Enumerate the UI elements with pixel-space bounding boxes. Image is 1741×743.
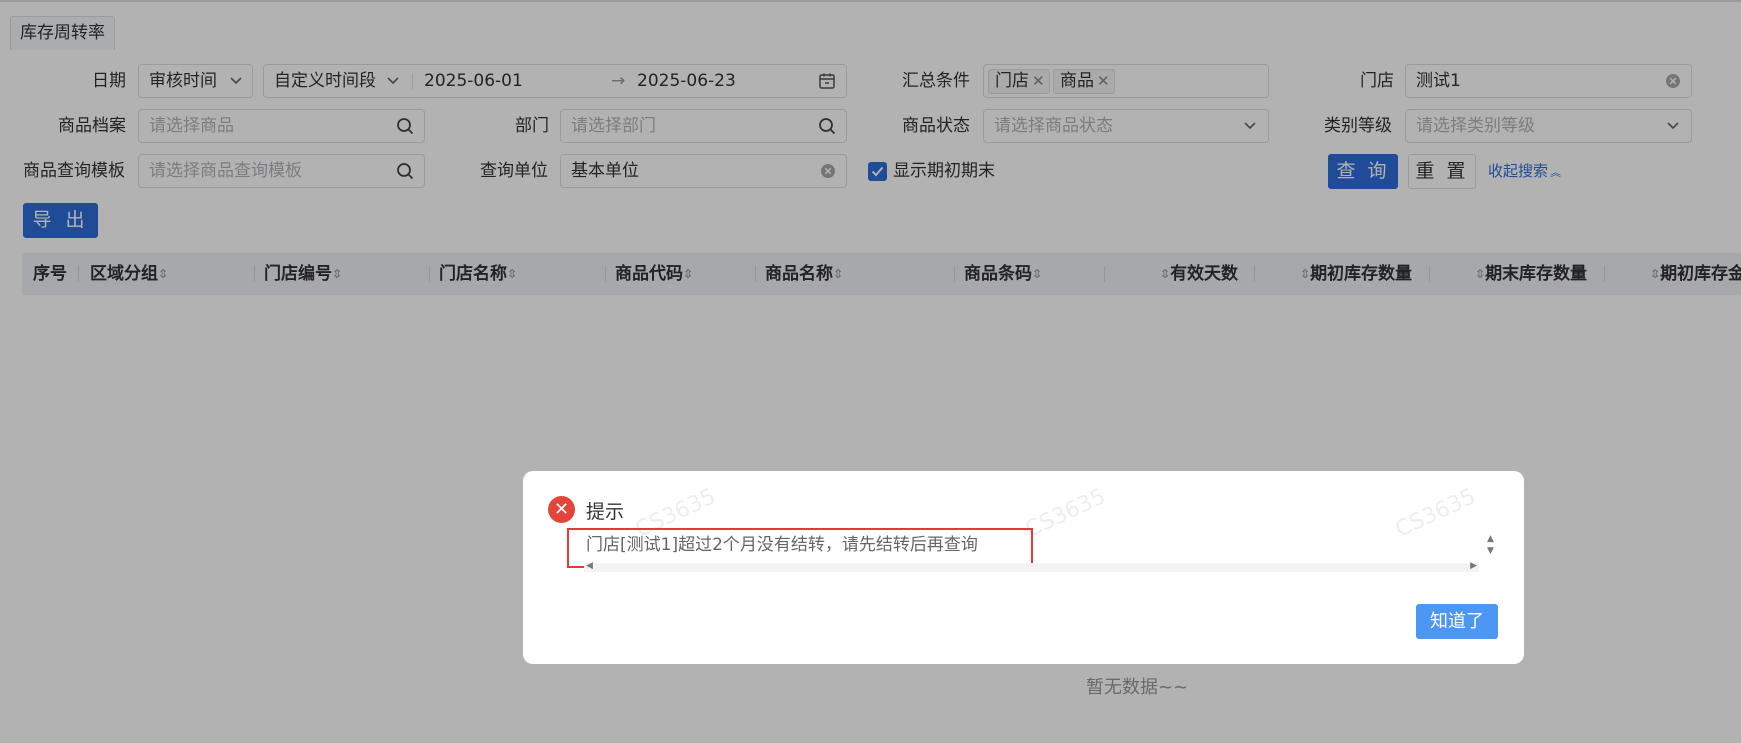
vertical-scroll-arrows-icon[interactable]: ▲ ▼ — [1487, 533, 1494, 557]
dialog-message: 门店[测试1]超过2个月没有结转，请先结转后再查询 — [586, 535, 978, 555]
watermark: CS3635 — [1021, 484, 1110, 543]
dialog-title: 提示 — [586, 501, 625, 523]
watermark: CS3635 — [1391, 484, 1480, 543]
scroll-right-icon[interactable]: ▶ — [1470, 561, 1477, 571]
page: 库存周转率 日期 审核时间 自定义时间段 2025-06-01 → 2025-0… — [0, 0, 1741, 743]
error-icon: ✕ — [548, 496, 575, 523]
alert-dialog: CS3635 CS3635 CS3635 ✕ 提示 ◀ ▶ 门店[测试1]超过2… — [523, 471, 1524, 664]
horizontal-scrollbar[interactable]: ◀ ▶ — [584, 561, 1479, 572]
confirm-button[interactable]: 知道了 — [1416, 604, 1498, 639]
scroll-left-icon[interactable]: ◀ — [586, 561, 593, 571]
